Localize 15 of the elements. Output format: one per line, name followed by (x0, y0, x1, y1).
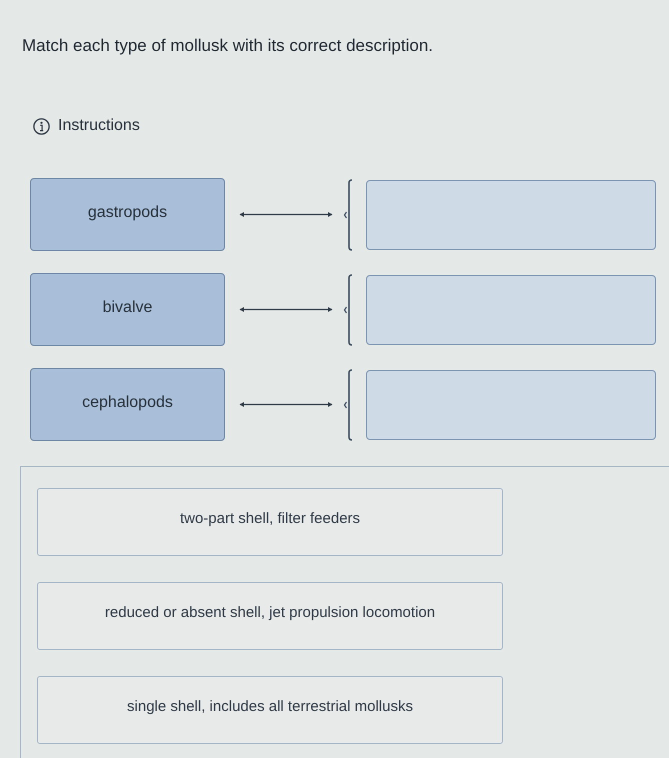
bracket-icon (343, 178, 353, 251)
instructions-link[interactable]: Instructions (58, 114, 140, 138)
drop-target[interactable] (366, 180, 656, 250)
bracket-icon (343, 368, 353, 441)
term-tile[interactable]: cephalopods (30, 368, 225, 442)
question-prompt: Match each type of mollusk with its correct description. (22, 36, 433, 56)
term-tile[interactable]: bivalve (30, 273, 225, 346)
info-icon (33, 118, 50, 135)
bracket-icon (343, 274, 353, 346)
answer-tile[interactable]: reduced or absent shell, jet propulsion locomotion (37, 582, 503, 650)
drop-target[interactable] (366, 274, 656, 345)
term-tile[interactable]: gastropods (30, 178, 225, 252)
answer-tile[interactable]: single shell, includes all terrestrial mollusks (37, 676, 503, 744)
drop-target[interactable] (366, 370, 656, 440)
answer-tile[interactable]: two-part shell, filter feeders (37, 488, 503, 556)
